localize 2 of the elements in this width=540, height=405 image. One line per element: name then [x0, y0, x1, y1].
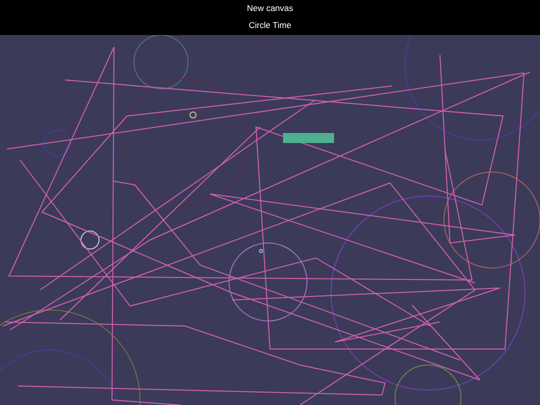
new-canvas-button[interactable]: New canvas	[244, 2, 296, 14]
canvas-title: Circle Time	[248, 19, 292, 31]
